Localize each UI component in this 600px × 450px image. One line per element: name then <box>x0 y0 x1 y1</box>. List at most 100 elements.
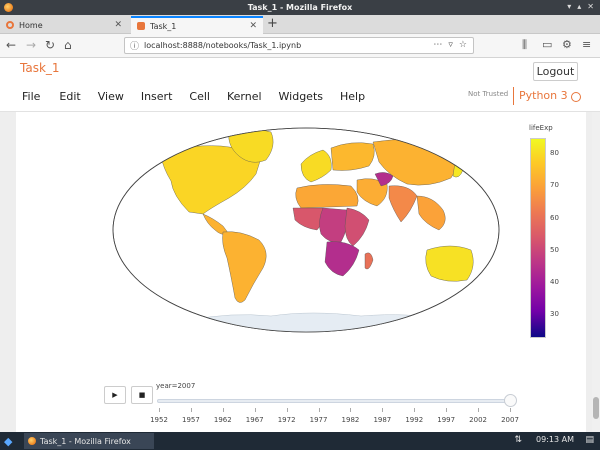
slider-tick <box>414 408 416 412</box>
jupyter-header: Task_1 Logout File Edit View Insert Cell… <box>0 58 600 112</box>
menu-kernel[interactable]: Kernel <box>227 90 262 103</box>
slider-tick <box>350 408 352 412</box>
forward-icon[interactable]: → <box>26 38 36 52</box>
slider-tick <box>159 408 160 412</box>
trust-status[interactable]: Not Trusted <box>468 90 508 98</box>
notebook-title[interactable]: Task_1 <box>20 61 60 75</box>
slider-year-label[interactable]: 1967 <box>240 416 270 424</box>
kernel-name[interactable]: Python 3 <box>519 89 568 102</box>
notebook-menu: File Edit View Insert Cell Kernel Widget… <box>22 90 365 103</box>
tab-task-1[interactable]: Task_1 ✕ <box>131 16 263 34</box>
pocket-icon[interactable]: ▿ <box>448 40 453 50</box>
slider-year-label[interactable]: 1952 <box>144 416 174 424</box>
colorbar-tick-label: 80 <box>550 149 559 158</box>
jupyter-favicon-icon <box>6 21 14 29</box>
slider-year-label[interactable]: 1972 <box>272 416 302 424</box>
window-controls: ▾ ▴ ✕ <box>567 2 594 11</box>
pause-button[interactable]: ■ <box>131 386 153 404</box>
slider-year-label[interactable]: 2002 <box>463 416 493 424</box>
extension-icon[interactable]: ⚙ <box>562 38 572 51</box>
page-actions-icon[interactable]: ⋯ <box>433 40 442 50</box>
address-bar[interactable]: ⓘ localhost:8888/notebooks/Task_1.ipynb … <box>124 37 474 54</box>
menu-insert[interactable]: Insert <box>141 90 173 103</box>
colorbar-tick-label: 30 <box>550 310 559 319</box>
start-menu-icon[interactable]: ◆ <box>4 435 12 448</box>
back-icon[interactable]: ← <box>6 38 16 52</box>
choropleth-map[interactable] <box>111 126 501 336</box>
close-window-icon[interactable]: ✕ <box>587 2 594 11</box>
region-new-zealand[interactable] <box>478 275 488 289</box>
slider-year-label[interactable]: 2007 <box>495 416 525 424</box>
window-titlebar: Task_1 - Mozilla Firefox ▾ ▴ ✕ <box>0 0 600 15</box>
colorbar-tick-label: 40 <box>550 278 559 287</box>
slider-year-label[interactable]: 1962 <box>208 416 238 424</box>
slider-tick <box>478 408 480 412</box>
clock: 09:13 AM <box>536 435 574 444</box>
scrollbar-thumb[interactable] <box>593 397 599 419</box>
slider-tick <box>286 408 288 412</box>
region-north-africa[interactable] <box>295 184 359 209</box>
navigation-bar: ← → ↻ ⌂ ⓘ localhost:8888/notebooks/Task_… <box>0 34 600 58</box>
play-button[interactable]: ▶ <box>104 386 126 404</box>
tab-strip: Home ✕ Task_1 ✕ + <box>0 15 600 34</box>
menu-view[interactable]: View <box>98 90 124 103</box>
colorbar-tick-label: 60 <box>550 213 559 222</box>
library-icon[interactable]: ⫼ <box>522 38 527 52</box>
minimize-icon[interactable]: ▾ <box>567 2 571 11</box>
colorbar-title: lifeExp <box>529 124 553 132</box>
notification-icon[interactable]: ▤ <box>585 435 594 445</box>
notebook-favicon-icon <box>137 22 145 30</box>
window-title: Task_1 - Mozilla Firefox <box>247 3 353 12</box>
menu-edit[interactable]: Edit <box>59 90 80 103</box>
region-eastern-europe[interactable] <box>330 142 375 171</box>
firefox-icon <box>4 3 13 12</box>
slider-year-label[interactable]: 1992 <box>399 416 429 424</box>
slider-tick <box>254 408 256 412</box>
slider-year-label[interactable]: 1997 <box>431 416 461 424</box>
maximize-icon[interactable]: ▴ <box>577 2 581 11</box>
url-text: localhost:8888/notebooks/Task_1.ipynb <box>144 41 302 50</box>
taskbar-firefox-item[interactable]: Task_1 - Mozilla Firefox <box>24 433 154 449</box>
colorbar <box>530 138 546 338</box>
close-tab-icon[interactable]: ✕ <box>114 20 122 30</box>
year-slider-handle[interactable] <box>504 394 517 407</box>
taskbar-item-label: Task_1 - Mozilla Firefox <box>40 436 131 446</box>
slider-tick <box>446 408 448 412</box>
slider-tick <box>318 408 320 412</box>
kernel-divider <box>513 87 514 105</box>
close-tab-icon[interactable]: ✕ <box>249 21 257 31</box>
os-taskbar: ◆ Task_1 - Mozilla Firefox ⇅ 09:13 AM ▤ <box>0 432 600 450</box>
region-australia[interactable] <box>425 245 474 282</box>
slider-year-label[interactable]: 1987 <box>367 416 397 424</box>
firefox-icon <box>28 437 36 445</box>
kernel-status-icon <box>571 92 581 102</box>
bookmark-star-icon[interactable]: ☆ <box>459 40 467 50</box>
page-scrollbar[interactable] <box>592 112 600 432</box>
new-tab-icon[interactable]: + <box>267 16 278 31</box>
menu-help[interactable]: Help <box>340 90 365 103</box>
menu-cell[interactable]: Cell <box>189 90 210 103</box>
slider-tick <box>190 408 192 412</box>
colorbar-tick-label: 50 <box>550 245 559 254</box>
tab-label: Task_1 <box>150 21 177 31</box>
home-icon[interactable]: ⌂ <box>64 38 72 52</box>
year-slider-track[interactable] <box>157 399 512 403</box>
slider-tick <box>382 408 384 412</box>
tab-home[interactable]: Home ✕ <box>0 16 128 34</box>
colorbar-tick-label: 70 <box>550 181 559 190</box>
slider-tick <box>222 408 224 412</box>
slider-year-label[interactable]: 1982 <box>335 416 365 424</box>
slider-tick <box>510 408 511 412</box>
menu-widgets[interactable]: Widgets <box>279 90 323 103</box>
region-antarctica <box>190 312 442 332</box>
sidebar-icon[interactable]: ▭ <box>542 38 552 51</box>
animation-frame-label: year=2007 <box>156 382 196 390</box>
menu-icon[interactable]: ≡ <box>582 38 591 51</box>
site-info-icon[interactable]: ⓘ <box>130 39 139 52</box>
network-icon[interactable]: ⇅ <box>514 435 522 445</box>
logout-button[interactable]: Logout <box>533 62 578 81</box>
slider-year-label[interactable]: 1977 <box>304 416 334 424</box>
menu-file[interactable]: File <box>22 90 40 103</box>
reload-icon[interactable]: ↻ <box>45 38 55 52</box>
slider-year-label[interactable]: 1957 <box>176 416 206 424</box>
